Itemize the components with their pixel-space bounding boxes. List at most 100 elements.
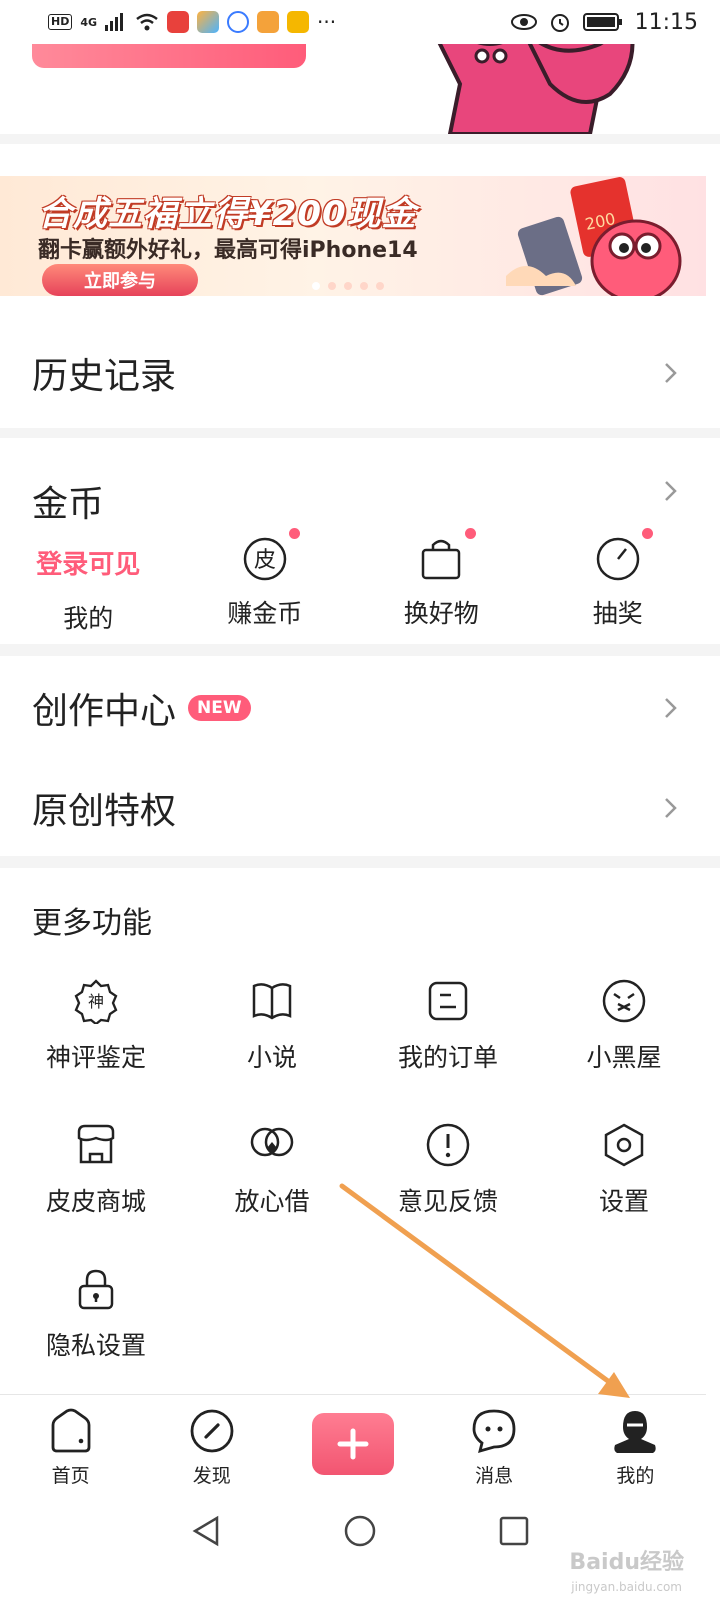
hd-indicator: HD	[48, 14, 73, 30]
book-icon	[252, 983, 292, 1020]
fn-label: 小黑屋	[586, 1043, 662, 1072]
coins-mine[interactable]: 登录可见 我的	[0, 520, 177, 640]
carousel-dot	[312, 282, 320, 290]
fn-novel[interactable]: 小说	[184, 978, 360, 1098]
more-functions-title: 更多功能	[32, 906, 152, 941]
shopping-bag-icon	[422, 539, 461, 580]
pi-coin-icon: 皮	[243, 537, 286, 581]
banner-join-button[interactable]: 立即参与	[42, 264, 198, 296]
notification-dot	[465, 528, 476, 539]
login-visible-text[interactable]: 登录可见	[36, 544, 140, 581]
compass-icon	[190, 1409, 234, 1453]
tab-post[interactable]	[282, 1395, 423, 1492]
tab-discover[interactable]: 发现	[141, 1395, 282, 1492]
chevron-right-icon	[665, 481, 677, 501]
baidu-watermark-url: jingyan.baidu.com	[571, 1580, 682, 1594]
bottom-tab-bar: 首页 发现 消息 我的	[0, 1394, 706, 1492]
post-button[interactable]	[311, 1413, 394, 1475]
home-icon	[51, 1408, 90, 1453]
original-privilege-title: 原创特权	[32, 791, 177, 832]
section-divider	[0, 428, 720, 438]
pi-coin-glyph: 皮	[254, 548, 276, 573]
coins-mine-label: 我的	[63, 604, 114, 633]
fn-feedback[interactable]: 意见反馈	[360, 1122, 536, 1242]
fn-privacy[interactable]: 隐私设置	[8, 1266, 184, 1386]
chevron-right-icon	[665, 363, 677, 383]
mascot-illustration	[437, 44, 635, 134]
signal-icon	[105, 13, 124, 31]
tab-home-label: 首页	[51, 1465, 90, 1487]
exchange-goods-item[interactable]: 换好物	[353, 520, 530, 640]
shen-badge-icon: 神	[74, 979, 118, 1024]
carousel-dot	[344, 282, 352, 290]
order-icon	[428, 981, 468, 1021]
header-pink-button[interactable]	[32, 44, 306, 68]
fn-loan[interactable]: 放心借	[184, 1122, 360, 1242]
feedback-icon	[426, 1123, 470, 1167]
notification-dot	[288, 528, 300, 539]
new-badge: NEW	[188, 695, 251, 721]
section-divider	[0, 856, 720, 868]
chevron-right-icon	[665, 698, 677, 718]
tab-mine[interactable]: 我的	[565, 1395, 706, 1492]
user-avatar-icon	[614, 1411, 657, 1453]
shen-glyph: 神	[88, 992, 104, 1011]
fn-label: 意见反馈	[397, 1187, 498, 1216]
app-notification-icon	[287, 11, 310, 33]
promo-banner[interactable]: 合成五福立得¥200现金 翻卡赢额外好礼，最高可得iPhone14 立即参与 2…	[0, 176, 706, 296]
fn-shenping[interactable]: 神 神评鉴定	[8, 978, 184, 1098]
history-title: 历史记录	[32, 356, 177, 397]
network-type: 4G	[80, 15, 98, 29]
app-notification-icon	[167, 11, 190, 33]
notification-dot	[641, 528, 653, 539]
status-bar: HD 4G ··· 11:15	[0, 0, 720, 44]
banner-subtitle: 翻卡赢额外好礼，最高可得iPhone14	[38, 238, 418, 263]
app-notification-icon	[197, 11, 220, 33]
wifi-icon	[136, 13, 158, 31]
section-divider	[0, 134, 720, 144]
status-left: HD 4G ···	[48, 10, 336, 34]
lottery-dial-icon	[596, 537, 639, 581]
more-notifications-icon: ···	[317, 10, 337, 34]
tab-mine-label: 我的	[616, 1465, 655, 1487]
fn-orders[interactable]: 我的订单	[360, 978, 536, 1098]
lottery-label: 抽奖	[592, 599, 643, 628]
fn-label: 皮皮商城	[45, 1187, 146, 1216]
fn-pipi-mall[interactable]: 皮皮商城	[8, 1122, 184, 1242]
coins-row[interactable]: 金币	[0, 462, 706, 520]
earn-coins-item[interactable]: 皮 赚金币	[177, 520, 354, 640]
coins-title: 金币	[32, 484, 105, 520]
alarm-icon	[550, 14, 569, 32]
fn-settings[interactable]: 设置	[536, 1122, 712, 1242]
tab-messages[interactable]: 消息	[424, 1395, 565, 1492]
banner-title: 合成五福立得¥200现金	[38, 194, 417, 234]
lottery-item[interactable]: 抽奖	[530, 520, 707, 640]
profile-header-fragment	[0, 44, 720, 134]
home-circle-icon[interactable]	[343, 1514, 377, 1548]
creator-center-row[interactable]: 创作中心 NEW	[0, 660, 706, 756]
baidu-watermark: Baidu经验	[569, 1550, 684, 1575]
chat-bubble-icon	[472, 1409, 516, 1454]
fn-label: 小说	[246, 1043, 297, 1072]
tab-messages-label: 消息	[475, 1465, 514, 1487]
fn-label: 放心借	[234, 1187, 310, 1216]
back-triangle-icon[interactable]	[189, 1514, 223, 1548]
recents-square-icon[interactable]	[497, 1514, 531, 1548]
store-icon	[77, 1124, 115, 1164]
tab-home[interactable]: 首页	[0, 1395, 141, 1492]
exchange-goods-label: 换好物	[403, 599, 479, 628]
original-privilege-row[interactable]: 原创特权	[0, 760, 706, 856]
carousel-dot	[328, 282, 336, 290]
fn-blackroom[interactable]: 小黑屋	[536, 978, 712, 1098]
fn-label: 设置	[598, 1187, 649, 1216]
chevron-right-icon	[665, 798, 677, 818]
battery-icon	[582, 13, 622, 31]
lock-icon	[78, 1269, 114, 1310]
earn-coins-label: 赚金币	[227, 599, 303, 628]
music-icon	[227, 11, 250, 33]
history-row[interactable]: 历史记录	[0, 320, 706, 426]
settings-icon	[604, 1123, 644, 1167]
tab-discover-label: 发现	[192, 1465, 231, 1487]
plus-icon	[337, 1428, 369, 1460]
clock: 11:15	[634, 9, 698, 35]
